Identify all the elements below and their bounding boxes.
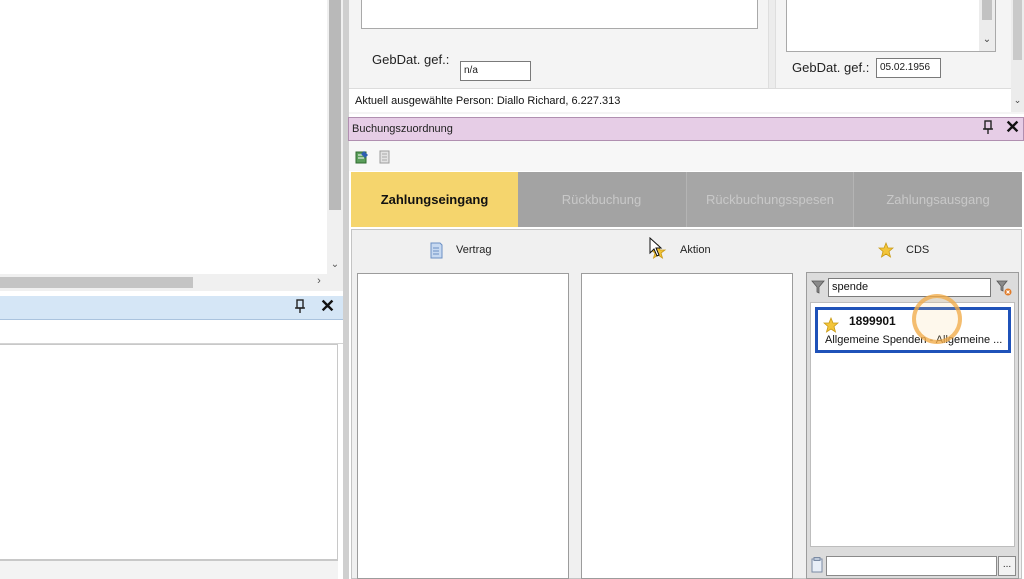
compare-vertical-scrollbar[interactable]: ⌄	[1011, 0, 1024, 112]
scrollbar-thumb[interactable]	[1013, 0, 1022, 60]
scrollbar-thumb[interactable]	[329, 0, 341, 210]
chevron-down-icon[interactable]: ⌄	[327, 258, 343, 272]
clipboard-icon[interactable]	[811, 557, 823, 573]
more-button[interactable]: ...	[998, 556, 1016, 576]
left-vertical-scrollbar[interactable]: ⌄	[327, 0, 343, 291]
cds-column-header: CDS	[878, 238, 929, 262]
tab-zahlungsausgang[interactable]: Zahlungsausgang	[853, 172, 1022, 227]
chevron-right-icon[interactable]: ›	[312, 275, 326, 290]
mouse-pointer-icon	[649, 236, 663, 260]
textbox-scrollbar[interactable]: ⌄	[979, 0, 995, 51]
pin-icon[interactable]	[983, 120, 993, 138]
pin-icon[interactable]	[295, 299, 305, 317]
gebdat-label-a: GebDat. gef.:	[372, 52, 450, 67]
gebdat-field-b[interactable]: 05.02.1956	[876, 58, 941, 78]
tab-rueckbuchung[interactable]: Rückbuchung	[518, 172, 685, 227]
contract-icon	[428, 242, 444, 259]
scrollbar-thumb[interactable]	[0, 277, 193, 288]
panel-title: Buchungszuordnung	[352, 123, 453, 135]
aktion-label: Aktion	[680, 244, 711, 256]
left-panel-list[interactable]	[0, 344, 338, 560]
edit-document-icon[interactable]	[355, 150, 369, 164]
cds-label: CDS	[906, 244, 930, 256]
document-icon[interactable]	[378, 150, 392, 164]
gebdat-label-b: GebDat. gef.:	[792, 60, 870, 75]
chevron-down-icon[interactable]: ⌄	[979, 34, 995, 45]
close-icon[interactable]: ✕	[320, 296, 335, 317]
vertrag-list[interactable]	[357, 273, 569, 579]
filter-icon[interactable]	[811, 280, 825, 294]
tab-zahlungseingang[interactable]: Zahlungseingang	[351, 172, 518, 227]
chevron-down-icon[interactable]: ⌄	[1011, 95, 1024, 106]
tab-rueckbuchungsspesen[interactable]: Rückbuchungsspesen	[686, 172, 853, 227]
current-person-status: Aktuell ausgewählte Person: Diallo Richa…	[349, 88, 1011, 112]
scrollbar-thumb[interactable]	[982, 0, 992, 20]
cds-item-code: 1899901	[849, 314, 896, 328]
clear-filter-icon[interactable]	[996, 280, 1012, 296]
vertrag-column-header: Vertrag	[428, 238, 491, 262]
cds-search-input[interactable]: spende	[828, 278, 991, 297]
click-highlight	[912, 294, 962, 344]
vertrag-label: Vertrag	[456, 244, 492, 256]
person-b-textbox[interactable]: ⌄	[786, 0, 996, 52]
column-separator	[768, 0, 776, 88]
panel-toolbar	[349, 141, 1024, 171]
cds-selection-field[interactable]	[826, 556, 997, 576]
left-panel-footer	[0, 560, 338, 579]
close-icon[interactable]: ✕	[1005, 117, 1020, 138]
left-horizontal-scrollbar[interactable]: ›	[0, 274, 327, 291]
person-a-textbox[interactable]	[361, 0, 758, 29]
gebdat-field-a[interactable]: n/a	[460, 61, 531, 81]
aktion-list[interactable]	[581, 273, 793, 579]
buchungszuordnung-header: Buchungszuordnung ✕	[348, 117, 1024, 141]
cds-item-description: Allgemeine Spenden - Allgemeine ...	[825, 334, 1003, 346]
left-upper-pane	[0, 0, 327, 274]
left-panel-toolbar	[0, 320, 343, 344]
left-panel-header: ✕	[0, 296, 343, 320]
star-icon	[878, 242, 894, 258]
